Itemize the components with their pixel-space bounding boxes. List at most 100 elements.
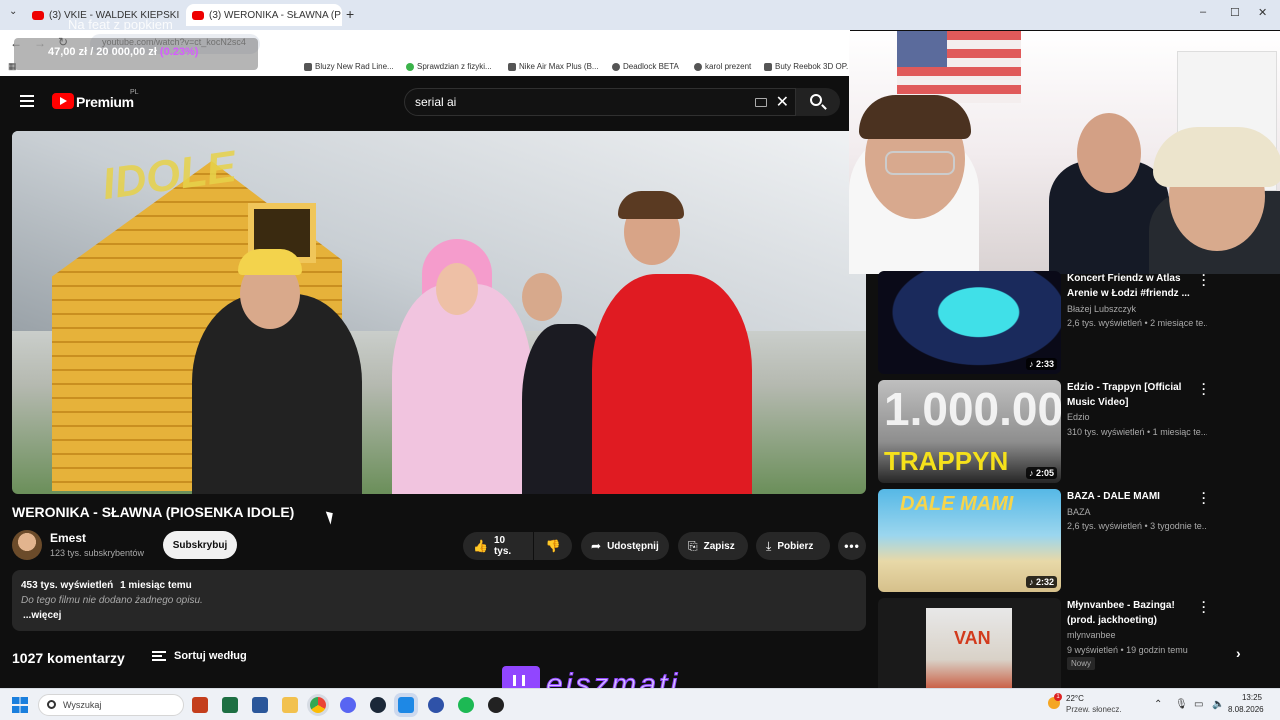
taskbar-search-placeholder: Wyszukaj (63, 700, 102, 710)
browser-tab-2[interactable]: (3) WERONIKA - SŁAWNA (P 🔊 ✕ (186, 4, 342, 26)
share-button[interactable]: ➦ Udostępnij (581, 532, 669, 560)
donation-goal-title: Na feat z popkiem (68, 17, 173, 32)
related-video-title[interactable]: Edzio - Trappyn [Official Music Video] (1067, 380, 1197, 410)
taskbar-search-input[interactable]: Wyszukaj (38, 694, 184, 716)
download-icon: ⤓ (766, 539, 772, 553)
related-video-meta: 2,6 tys. wyświetleń • 2 miesiące te... (1067, 318, 1207, 328)
comment-count: 1027 komentarzy (12, 650, 125, 666)
search-query-text[interactable]: serial ai (415, 95, 456, 109)
youtube-brand-label[interactable]: Premium (76, 94, 134, 110)
tab-list-chevron-icon[interactable]: ⌄ (9, 6, 17, 17)
dislike-button[interactable]: 👎 (534, 532, 572, 560)
related-video-channel[interactable]: Edzio (1067, 412, 1090, 422)
sort-icon[interactable] (152, 651, 166, 661)
related-video-thumbnail[interactable]: DALE MAMI ♪ 2:32 (878, 489, 1061, 592)
download-button[interactable]: ⤓ Pobierz (756, 532, 830, 560)
related-video-meta: 9 wyświetleń • 19 godzin temu (1067, 645, 1188, 655)
video-duration: ♪ 2:32 (1025, 576, 1057, 588)
bookmark-item[interactable]: Nike Air Max Plus (B... (508, 62, 599, 71)
channel-name[interactable]: Emest (50, 531, 86, 545)
bookmark-item[interactable]: Sprawdzian z fizyki... (406, 62, 492, 71)
more-actions-button[interactable]: ••• (838, 532, 866, 560)
description-text: Do tego filmu nie dodano żadnego opisu. (21, 595, 203, 606)
related-video-thumbnail[interactable]: VAN (878, 598, 1061, 701)
close-window-button[interactable]: ✕ (1258, 6, 1267, 19)
sort-comments-button[interactable]: Sortuj według (174, 650, 247, 662)
related-video-title[interactable]: Młynvanbee - Bazinga! (prod. jackhoeting… (1067, 598, 1197, 628)
related-video-thumbnail[interactable]: 1.000.000 TRAPPYN ♪ 2:05 (878, 380, 1061, 483)
discord-icon[interactable] (340, 697, 356, 713)
browser-tabstrip: ⌄ (3) VKIE - WALDEK KIEPSKI (pro ✕ (3) W… (0, 0, 1280, 30)
youtube-header: Premium PL serial ai ✕ (0, 76, 850, 126)
search-icon (47, 700, 56, 709)
chrome-icon[interactable] (310, 697, 326, 713)
browser-tab-title: (3) WERONIKA - SŁAWNA (P (209, 9, 341, 21)
youtube-favicon-icon (32, 10, 44, 20)
app-icon[interactable] (488, 697, 504, 713)
file-explorer-icon[interactable] (282, 697, 298, 713)
more-options-icon[interactable]: · · · (1200, 487, 1208, 509)
related-video-channel[interactable]: BAZA (1067, 507, 1091, 517)
subscribe-button[interactable]: Subskrybuj (163, 531, 237, 559)
chevron-right-icon[interactable]: › (1236, 645, 1241, 661)
word-icon[interactable] (252, 697, 268, 713)
donation-goal-percent: (0.23%) (159, 46, 199, 58)
weather-temperature[interactable]: 22°C (1066, 694, 1084, 703)
new-tab-button[interactable]: + (346, 6, 354, 22)
keyboard-icon[interactable] (755, 98, 767, 107)
related-video-thumbnail[interactable]: ♪ 2:33 (878, 271, 1061, 374)
network-icon[interactable]: ▭ (1194, 699, 1203, 710)
shorts-note-icon: ♪ (1028, 577, 1036, 587)
volume-icon[interactable]: 🔈 (1212, 699, 1224, 710)
related-video-channel[interactable]: mlynvanbee (1067, 630, 1116, 640)
windows-taskbar: Wyszukaj 1 22°C Przew. słonecz. ⌃ 🎙 ▭ 🔈 … (0, 688, 1280, 720)
bookmark-favicon-icon (764, 62, 772, 71)
clear-search-icon[interactable]: ✕ (776, 92, 789, 112)
related-video-title[interactable]: BAZA - DALE MAMI (1067, 489, 1197, 504)
excel-icon[interactable] (222, 697, 238, 713)
powerpoint-icon[interactable] (192, 697, 208, 713)
bookmark-favicon-icon (694, 62, 702, 71)
channel-avatar[interactable] (12, 530, 42, 560)
more-options-icon[interactable]: · · · (1200, 269, 1208, 291)
related-video-title[interactable]: Koncert Friendz w Atlas Arenie w Łodzi #… (1067, 271, 1197, 301)
youtube-logo-icon[interactable] (52, 93, 74, 109)
minimize-button[interactable]: – (1200, 6, 1206, 18)
bookmark-item[interactable]: Buty Reebok 3D OP... (764, 62, 853, 71)
bookmark-favicon-icon (304, 62, 312, 71)
spotify-icon[interactable] (458, 697, 474, 713)
bookmark-item[interactable]: Deadlock BETA (612, 62, 679, 71)
bookmark-favicon-icon (612, 62, 620, 71)
related-video-channel[interactable]: Błażej Lubszczyk (1067, 304, 1136, 314)
video-duration: ♪ 2:05 (1025, 467, 1057, 479)
menu-hamburger-icon[interactable] (20, 95, 34, 107)
more-options-icon[interactable]: · · · (1200, 596, 1208, 618)
taskbar-clock[interactable]: 13:25 (1236, 693, 1262, 702)
description-box[interactable]: 453 tys. wyświetleń 1 miesiąc temu Do te… (12, 570, 866, 631)
save-button[interactable]: ⎘ Zapisz (678, 532, 748, 560)
bookmark-item[interactable]: Bluzy New Rad Line... (304, 62, 394, 71)
maximize-button[interactable]: ☐ (1230, 6, 1240, 19)
webcam-flag-canton (897, 31, 947, 67)
ea-icon[interactable] (428, 697, 444, 713)
tray-chevron-up-icon[interactable]: ⌃ (1154, 699, 1162, 710)
publish-date: 1 miesiąc temu (120, 580, 192, 591)
more-options-icon[interactable]: · · · (1200, 378, 1208, 400)
bookmark-favicon-icon (406, 62, 414, 71)
show-more-link[interactable]: ...więcej (23, 610, 61, 621)
donation-goal-amount: 47,00 zł / 20 000,00 zł (0.23%) (48, 46, 199, 58)
video-player[interactable]: IDOLE (12, 131, 866, 494)
like-button[interactable]: 👍 10 tys. (463, 532, 533, 560)
bookmark-item[interactable]: karol prezent (694, 62, 751, 71)
weather-condition[interactable]: Przew. słonecz. (1066, 705, 1122, 714)
app-icon[interactable] (398, 697, 414, 713)
windows-start-icon[interactable] (12, 697, 28, 713)
webcam-bucket-hat (1153, 127, 1280, 187)
steam-icon[interactable] (370, 697, 386, 713)
video-person (592, 274, 752, 494)
thumbnail-text: 1.000.000 (884, 383, 1061, 435)
search-button[interactable] (796, 88, 840, 116)
taskbar-date[interactable]: 8.08.2026 (1228, 705, 1264, 714)
microphone-icon[interactable]: 🎙 (1175, 699, 1188, 710)
search-input[interactable]: serial ai ✕ (404, 88, 796, 116)
